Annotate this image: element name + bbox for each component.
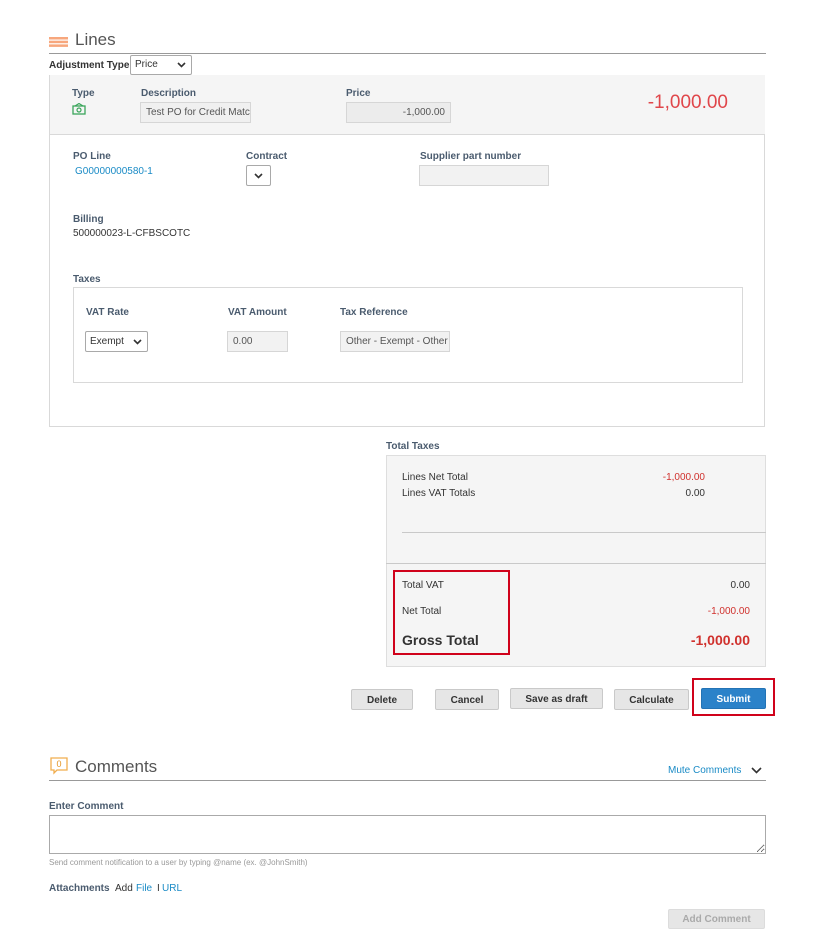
chevron-down-icon — [254, 173, 263, 179]
billing-value: 500000023-L-CFBSCOTC — [73, 228, 191, 239]
attach-url-link[interactable]: URL — [162, 883, 182, 894]
tax-reference-label: Tax Reference — [340, 307, 408, 318]
delete-button[interactable]: Delete — [351, 689, 413, 710]
description-label: Description — [141, 88, 197, 99]
vat-rate-select[interactable]: Exempt — [85, 331, 148, 352]
supplier-part-field[interactable] — [419, 165, 549, 186]
po-line-label: PO Line — [73, 151, 111, 162]
gross-total-value: -1,000.00 — [690, 632, 750, 648]
description-field[interactable]: Test PO for Credit Matc — [140, 102, 251, 123]
calculate-button[interactable]: Calculate — [614, 689, 689, 710]
po-line-link[interactable]: G00000000580-1 — [75, 166, 153, 177]
chevron-down-icon — [177, 62, 186, 68]
lines-vat-totals-value: 0.00 — [685, 488, 705, 499]
enter-comment-label: Enter Comment — [49, 801, 124, 812]
adjustment-type-label: Adjustment Type — [49, 60, 130, 71]
cash-icon — [72, 102, 86, 120]
comment-count: 0 — [56, 759, 62, 769]
taxes-label: Taxes — [73, 274, 101, 285]
add-comment-button[interactable]: Add Comment — [668, 909, 765, 929]
price-label: Price — [346, 88, 371, 99]
totals-highlight-box — [393, 570, 510, 655]
tax-reference-field[interactable]: Other - Exempt - Other — [340, 331, 450, 352]
supplier-part-label: Supplier part number — [420, 151, 522, 162]
comment-hint: Send comment notification to a user by t… — [49, 858, 308, 867]
totals-divider — [386, 563, 766, 564]
save-draft-button[interactable]: Save as draft — [510, 688, 603, 709]
vat-amount-label: VAT Amount — [228, 307, 287, 318]
type-label: Type — [72, 88, 95, 99]
submit-button[interactable]: Submit — [701, 688, 766, 709]
attachments-label: Attachments — [49, 883, 110, 894]
adjustment-type-select[interactable]: Price — [130, 55, 192, 75]
lines-divider — [49, 53, 766, 54]
adjustment-type-value: Price — [135, 59, 158, 70]
vat-rate-value: Exempt — [90, 336, 124, 347]
lines-section-icon — [49, 34, 68, 47]
price-field[interactable]: -1,000.00 — [346, 102, 451, 123]
lines-vat-totals-label: Lines VAT Totals — [402, 488, 476, 499]
total-taxes-title: Total Taxes — [386, 441, 440, 452]
attach-file-link[interactable]: File — [136, 883, 152, 894]
lines-title: Lines — [75, 30, 116, 49]
line-total-amount: -1,000.00 — [647, 92, 728, 113]
comment-textarea[interactable] — [49, 815, 766, 854]
mute-comments-link[interactable]: Mute Comments — [668, 765, 741, 776]
vat-rate-label: VAT Rate — [86, 307, 129, 318]
total-vat-value: 0.00 — [730, 580, 750, 591]
billing-label: Billing — [73, 214, 104, 225]
contract-label: Contract — [246, 151, 288, 162]
attach-separator: I — [157, 883, 160, 894]
chevron-down-icon — [133, 339, 142, 345]
net-total-value: -1,000.00 — [707, 606, 750, 617]
attachments-add-text: Add — [115, 883, 133, 894]
chevron-down-icon[interactable] — [751, 767, 762, 774]
cancel-button[interactable]: Cancel — [435, 689, 499, 710]
lines-net-total-label: Lines Net Total — [402, 472, 468, 483]
contract-select[interactable] — [246, 165, 271, 186]
totals-divider — [402, 532, 766, 533]
vat-amount-field[interactable]: 0.00 — [227, 331, 288, 352]
comments-title: Comments — [75, 757, 158, 776]
comments-divider — [49, 780, 766, 781]
lines-net-total-value: -1,000.00 — [662, 472, 705, 483]
